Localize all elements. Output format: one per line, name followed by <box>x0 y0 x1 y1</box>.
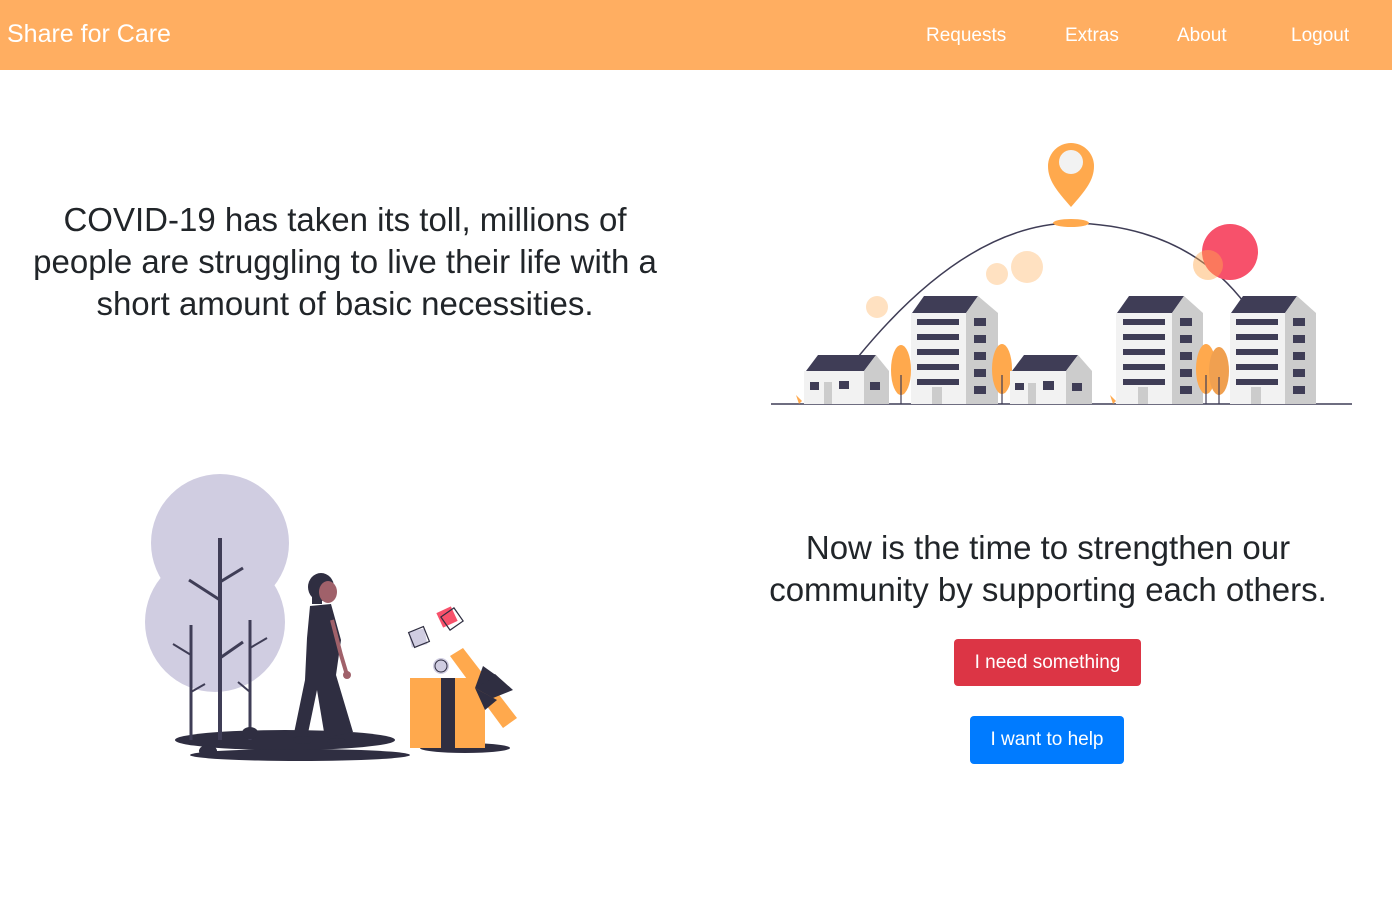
city-location-illustration <box>771 143 1352 405</box>
nav-logout[interactable]: Logout <box>1291 25 1349 47</box>
need-something-button[interactable]: I need something <box>954 639 1141 686</box>
nav-about[interactable]: About <box>1177 25 1227 47</box>
want-to-help-button[interactable]: I want to help <box>970 716 1124 764</box>
navbar: Share for Care Requests Extras About Log… <box>0 0 1392 70</box>
nav-extras[interactable]: Extras <box>1065 25 1119 47</box>
cta-headline: Now is the time to strengthen our commun… <box>769 529 1327 608</box>
brand-link[interactable]: Share for Care <box>7 20 171 49</box>
nav-requests[interactable]: Requests <box>926 25 1006 47</box>
woman-gift-illustration <box>145 474 517 761</box>
hero-headline: COVID-19 has taken its toll, millions of… <box>33 201 657 322</box>
